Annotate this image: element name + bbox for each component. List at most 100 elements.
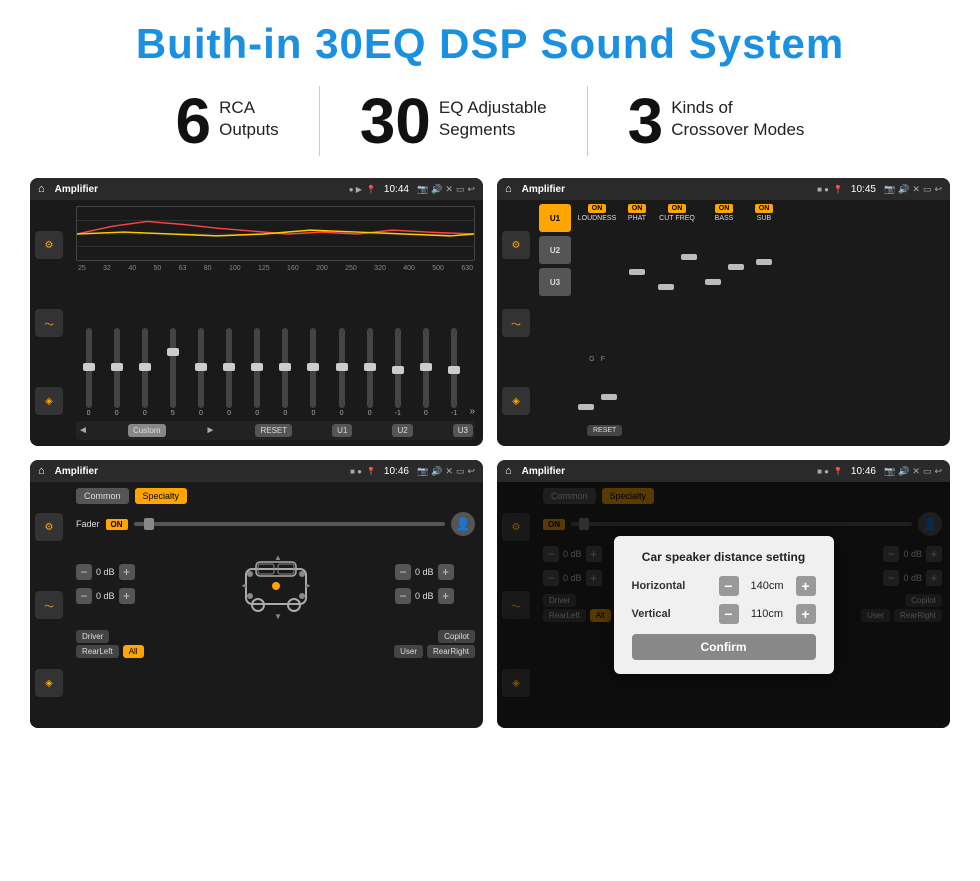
amp-presets: U1 U2 U3 (539, 204, 571, 442)
reset-btn-2[interactable]: RESET (587, 425, 622, 436)
prev-arrow[interactable]: ◄ (78, 425, 88, 436)
x-icon-3: ✕ (445, 466, 453, 477)
screen4-body: ⚙ 〜 ◈ Common Specialty ON 👤 (497, 482, 950, 728)
main-title: Buith-in 30EQ DSP Sound System (30, 20, 950, 68)
back-icon-4[interactable]: ↩ (934, 466, 942, 477)
preset-u3[interactable]: U3 (539, 268, 571, 296)
db-minus-tl[interactable]: − (76, 564, 92, 580)
vertical-minus-btn[interactable]: − (719, 604, 739, 624)
db-minus-br[interactable]: − (395, 588, 411, 604)
bass-on[interactable]: ON (715, 204, 734, 213)
stat-label-eq-2: Segments (439, 119, 547, 141)
pin-icon-3: 📍 (366, 467, 376, 476)
tab-specialty-3[interactable]: Specialty (135, 488, 188, 504)
loudness-on[interactable]: ON (588, 204, 607, 213)
rearleft-btn-3[interactable]: RearLeft (76, 645, 119, 658)
x-icon-2: ✕ (912, 184, 920, 195)
db-minus-tr[interactable]: − (395, 564, 411, 580)
user-btn-3[interactable]: User (394, 645, 423, 658)
home-icon-3[interactable]: ⌂ (38, 465, 45, 477)
cam-icon-1: 📷 (417, 184, 428, 195)
expand-icon[interactable]: » (470, 406, 476, 417)
db-minus-bl[interactable]: − (76, 588, 92, 604)
db-control-br: − 0 dB + (395, 588, 475, 604)
eq-ctrl-2[interactable]: 〜 (35, 309, 63, 337)
sub-on[interactable]: ON (755, 204, 774, 213)
speaker-layout: − 0 dB + − 0 dB + (76, 544, 475, 624)
rearright-btn-3[interactable]: RearRight (427, 645, 475, 658)
vertical-plus-btn[interactable]: + (796, 604, 816, 624)
home-icon-4[interactable]: ⌂ (505, 465, 512, 477)
bottom-btns-3b: RearLeft All User RearRight (76, 645, 475, 658)
db-control-tr: − 0 dB + (395, 564, 475, 580)
home-icon-1[interactable]: ⌂ (38, 183, 45, 195)
db-plus-br[interactable]: + (438, 588, 454, 604)
db-plus-tr[interactable]: + (438, 564, 454, 580)
copilot-btn-3[interactable]: Copilot (438, 630, 475, 643)
preset-u1[interactable]: U1 (539, 204, 571, 232)
s3-ctrl-2[interactable]: 〜 (35, 591, 63, 619)
rect-icon-4: ▭ (923, 466, 932, 477)
s3-ctrl-1[interactable]: ⚙ (35, 513, 63, 541)
u2-btn[interactable]: U2 (392, 424, 412, 437)
horizontal-minus-btn[interactable]: − (719, 576, 739, 596)
stat-number-30: 30 (360, 89, 431, 153)
u3-btn[interactable]: U3 (453, 424, 473, 437)
confirm-button[interactable]: Confirm (632, 634, 816, 660)
eq-ctrl-1[interactable]: ⚙ (35, 231, 63, 259)
back-icon-1[interactable]: ↩ (467, 184, 475, 195)
next-arrow[interactable]: ► (206, 425, 216, 436)
stats-row: 6 RCA Outputs 30 EQ Adjustable Segments … (30, 86, 950, 156)
dialog-box: Car speaker distance setting Horizontal … (614, 536, 834, 674)
db-value-tl: 0 dB (96, 567, 115, 577)
back-icon-3[interactable]: ↩ (467, 466, 475, 477)
custom-btn[interactable]: Custom (128, 424, 166, 437)
back-icon-2[interactable]: ↩ (934, 184, 942, 195)
cutfreq-on[interactable]: ON (668, 204, 687, 213)
phat-on[interactable]: ON (628, 204, 647, 213)
status-bar-2: ⌂ Amplifier ■ ● 📍 10:45 📷 🔊 ✕ ▭ ↩ (497, 178, 950, 200)
db-plus-tl[interactable]: + (119, 564, 135, 580)
svg-text:▼: ▼ (274, 612, 282, 621)
eq-ctrl-3[interactable]: ◈ (35, 387, 63, 415)
left-controls-1: ⚙ 〜 ◈ (30, 200, 68, 446)
screen3-dots: ■ ● (350, 467, 362, 476)
slider-12: -1 (385, 328, 410, 417)
sliders-row: 0 0 0 5 (76, 276, 475, 419)
home-icon-2[interactable]: ⌂ (505, 183, 512, 195)
stat-label-eq-1: EQ Adjustable (439, 97, 547, 119)
all-btn-3[interactable]: All (123, 645, 144, 658)
driver-btn-3[interactable]: Driver (76, 630, 109, 643)
db-plus-bl[interactable]: + (119, 588, 135, 604)
u1-btn[interactable]: U1 (332, 424, 352, 437)
tab-common-3[interactable]: Common (76, 488, 129, 504)
db-value-br: 0 dB (415, 591, 434, 601)
reset-btn-1[interactable]: RESET (255, 424, 292, 437)
preset-u2[interactable]: U2 (539, 236, 571, 264)
pin-icon-2: 📍 (833, 185, 843, 194)
s3-ctrl-3[interactable]: ◈ (35, 669, 63, 697)
screen-amp-channels: ⌂ Amplifier ■ ● 📍 10:45 📷 🔊 ✕ ▭ ↩ ⚙ 〜 ◈ (497, 178, 950, 446)
db-control-tl: − 0 dB + (76, 564, 156, 580)
horizontal-plus-btn[interactable]: + (796, 576, 816, 596)
screen3-time: 10:46 (384, 466, 409, 477)
fader-track[interactable] (134, 522, 445, 526)
screen2-title: Amplifier (522, 184, 813, 195)
profile-icon-3[interactable]: 👤 (451, 512, 475, 536)
page-container: Buith-in 30EQ DSP Sound System 6 RCA Out… (0, 0, 980, 881)
stat-rca: 6 RCA Outputs (136, 89, 319, 153)
screen-with-dialog: ⌂ Amplifier ■ ● 📍 10:46 📷 🔊 ✕ ▭ ↩ ⚙ 〜 ◈ (497, 460, 950, 728)
stat-label-crossover-1: Kinds of (671, 97, 804, 119)
slider-5: 0 (188, 328, 213, 417)
slider-3: 0 (132, 328, 157, 417)
channel-bass: ON BASS (702, 204, 746, 442)
x-icon-4: ✕ (912, 466, 920, 477)
db-control-bl: − 0 dB + (76, 588, 156, 604)
db-value-tr: 0 dB (415, 567, 434, 577)
eq-graph (76, 206, 475, 261)
amp-ctrl-1[interactable]: ⚙ (502, 231, 530, 259)
amp-ctrl-2[interactable]: 〜 (502, 309, 530, 337)
amp-ctrl-3[interactable]: ◈ (502, 387, 530, 415)
fader-on-badge[interactable]: ON (106, 519, 128, 530)
status-bar-1: ⌂ Amplifier ● ▶ 📍 10:44 📷 🔊 ✕ ▭ ↩ (30, 178, 483, 200)
